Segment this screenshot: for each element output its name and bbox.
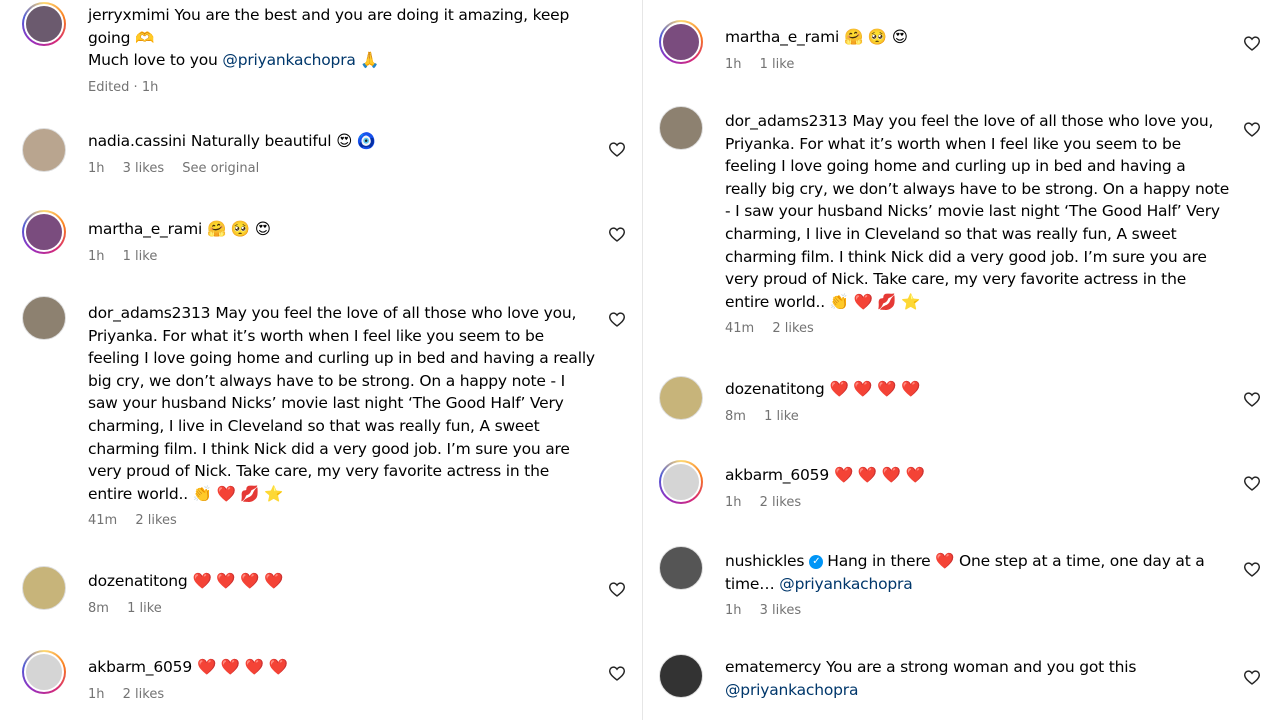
heart-icon[interactable] xyxy=(608,580,626,598)
avatar[interactable] xyxy=(659,376,703,420)
avatar[interactable] xyxy=(22,2,66,46)
comment-likes[interactable]: 2 likes xyxy=(135,513,176,528)
comment-text: You are a strong woman and you got this xyxy=(826,658,1137,676)
avatar[interactable] xyxy=(659,654,703,698)
mention-link[interactable]: @priyankachopra xyxy=(725,681,858,699)
comment-text: May you feel the love of all those who l… xyxy=(88,304,595,503)
comment-likes[interactable]: 1 like xyxy=(123,249,158,264)
heart-icon[interactable] xyxy=(1243,474,1261,492)
heart-icon[interactable] xyxy=(1243,120,1261,138)
comment-username[interactable]: martha_e_rami xyxy=(88,220,202,238)
comment-meta-time: 1h xyxy=(725,56,742,72)
heart-icon[interactable] xyxy=(1243,560,1261,578)
comment-username[interactable]: jerryxmimi xyxy=(88,6,170,24)
comment-username[interactable]: nadia.cassini xyxy=(88,132,186,150)
comment-meta-time: 1h xyxy=(88,160,105,176)
emoji: 🙏 xyxy=(360,51,380,70)
comment-likes[interactable]: 2 likes xyxy=(760,495,801,510)
comment-likes[interactable]: 2 likes xyxy=(772,321,813,336)
comment-meta-time: 8m xyxy=(88,600,109,616)
mention-link[interactable]: @priyankachopra xyxy=(222,51,355,69)
comment-meta-time: 41m xyxy=(88,513,118,529)
comment-text: ❤️ ❤️ ❤️ ❤️ xyxy=(192,572,284,590)
heart-icon[interactable] xyxy=(1243,390,1261,408)
comment-likes[interactable]: 3 likes xyxy=(123,161,164,176)
comment-text: ❤️ ❤️ ❤️ ❤️ xyxy=(829,380,921,398)
comment-username[interactable]: dor_adams2313 xyxy=(725,112,848,130)
avatar[interactable] xyxy=(659,460,703,504)
avatar[interactable] xyxy=(659,106,703,150)
comment-username[interactable]: dor_adams2313 xyxy=(88,304,211,322)
comment-text: Naturally beautiful 😍 🧿 xyxy=(190,132,376,150)
comment-likes[interactable]: 3 likes xyxy=(760,603,801,618)
comment-meta-time: 1h xyxy=(725,494,742,510)
comment-meta-time: 1h xyxy=(88,686,105,702)
comments-column-right: martha_e_rami 🤗 🥺 😍 1h 1 like dor_adams23… xyxy=(642,0,1280,720)
comment-username[interactable]: akbarm_6059 xyxy=(88,658,192,676)
comment-username[interactable]: ematemercy xyxy=(725,658,821,676)
comment-username[interactable]: dozenatitong xyxy=(725,380,825,398)
comment-username[interactable]: nushickles xyxy=(725,552,804,570)
avatar[interactable] xyxy=(22,296,66,340)
comment-username[interactable]: martha_e_rami xyxy=(725,28,839,46)
comment-text: May you feel the love of all those who l… xyxy=(725,112,1230,311)
comment-text: ❤️ ❤️ ❤️ ❤️ xyxy=(197,658,288,676)
avatar[interactable] xyxy=(659,20,703,64)
comment-username[interactable]: akbarm_6059 xyxy=(725,466,829,484)
comment-meta-time: 41m xyxy=(725,321,755,337)
avatar[interactable] xyxy=(22,128,66,172)
comment-likes[interactable]: 2 likes xyxy=(123,687,164,702)
heart-icon[interactable] xyxy=(608,310,626,328)
comment-text: Much love to you xyxy=(88,51,218,70)
heart-icon[interactable] xyxy=(608,225,626,243)
avatar[interactable] xyxy=(659,546,703,590)
heart-icon[interactable] xyxy=(608,664,626,682)
comment-likes[interactable]: 1 like xyxy=(127,601,162,616)
comment-meta-time: Edited · 1h xyxy=(88,79,159,95)
comments-column-left: jerryxmimi You are the best and you are d… xyxy=(0,0,642,720)
mention-link[interactable]: @priyankachopra xyxy=(779,575,912,593)
avatar[interactable] xyxy=(22,210,66,254)
heart-icon[interactable] xyxy=(1243,34,1261,52)
comment-meta-time: 1h xyxy=(725,603,742,619)
avatar[interactable] xyxy=(22,650,66,694)
comment-text: ❤️ ❤️ ❤️ ❤️ xyxy=(834,466,925,484)
heart-icon[interactable] xyxy=(1243,668,1261,686)
comment-username[interactable]: dozenatitong xyxy=(88,572,188,590)
comment-meta-time: 8m xyxy=(725,408,746,424)
avatar[interactable] xyxy=(22,566,66,610)
comment-text: 🤗 🥺 😍 xyxy=(207,220,271,238)
comment-text: 🤗 🥺 😍 xyxy=(844,28,908,46)
comment-meta-time: 1h xyxy=(88,248,105,264)
heart-icon[interactable] xyxy=(608,140,626,158)
see-original-link[interactable]: See original xyxy=(182,161,259,176)
comment-likes[interactable]: 1 like xyxy=(764,409,799,424)
verified-badge-icon: ✓ xyxy=(809,554,824,569)
comment-likes[interactable]: 1 like xyxy=(760,57,795,72)
